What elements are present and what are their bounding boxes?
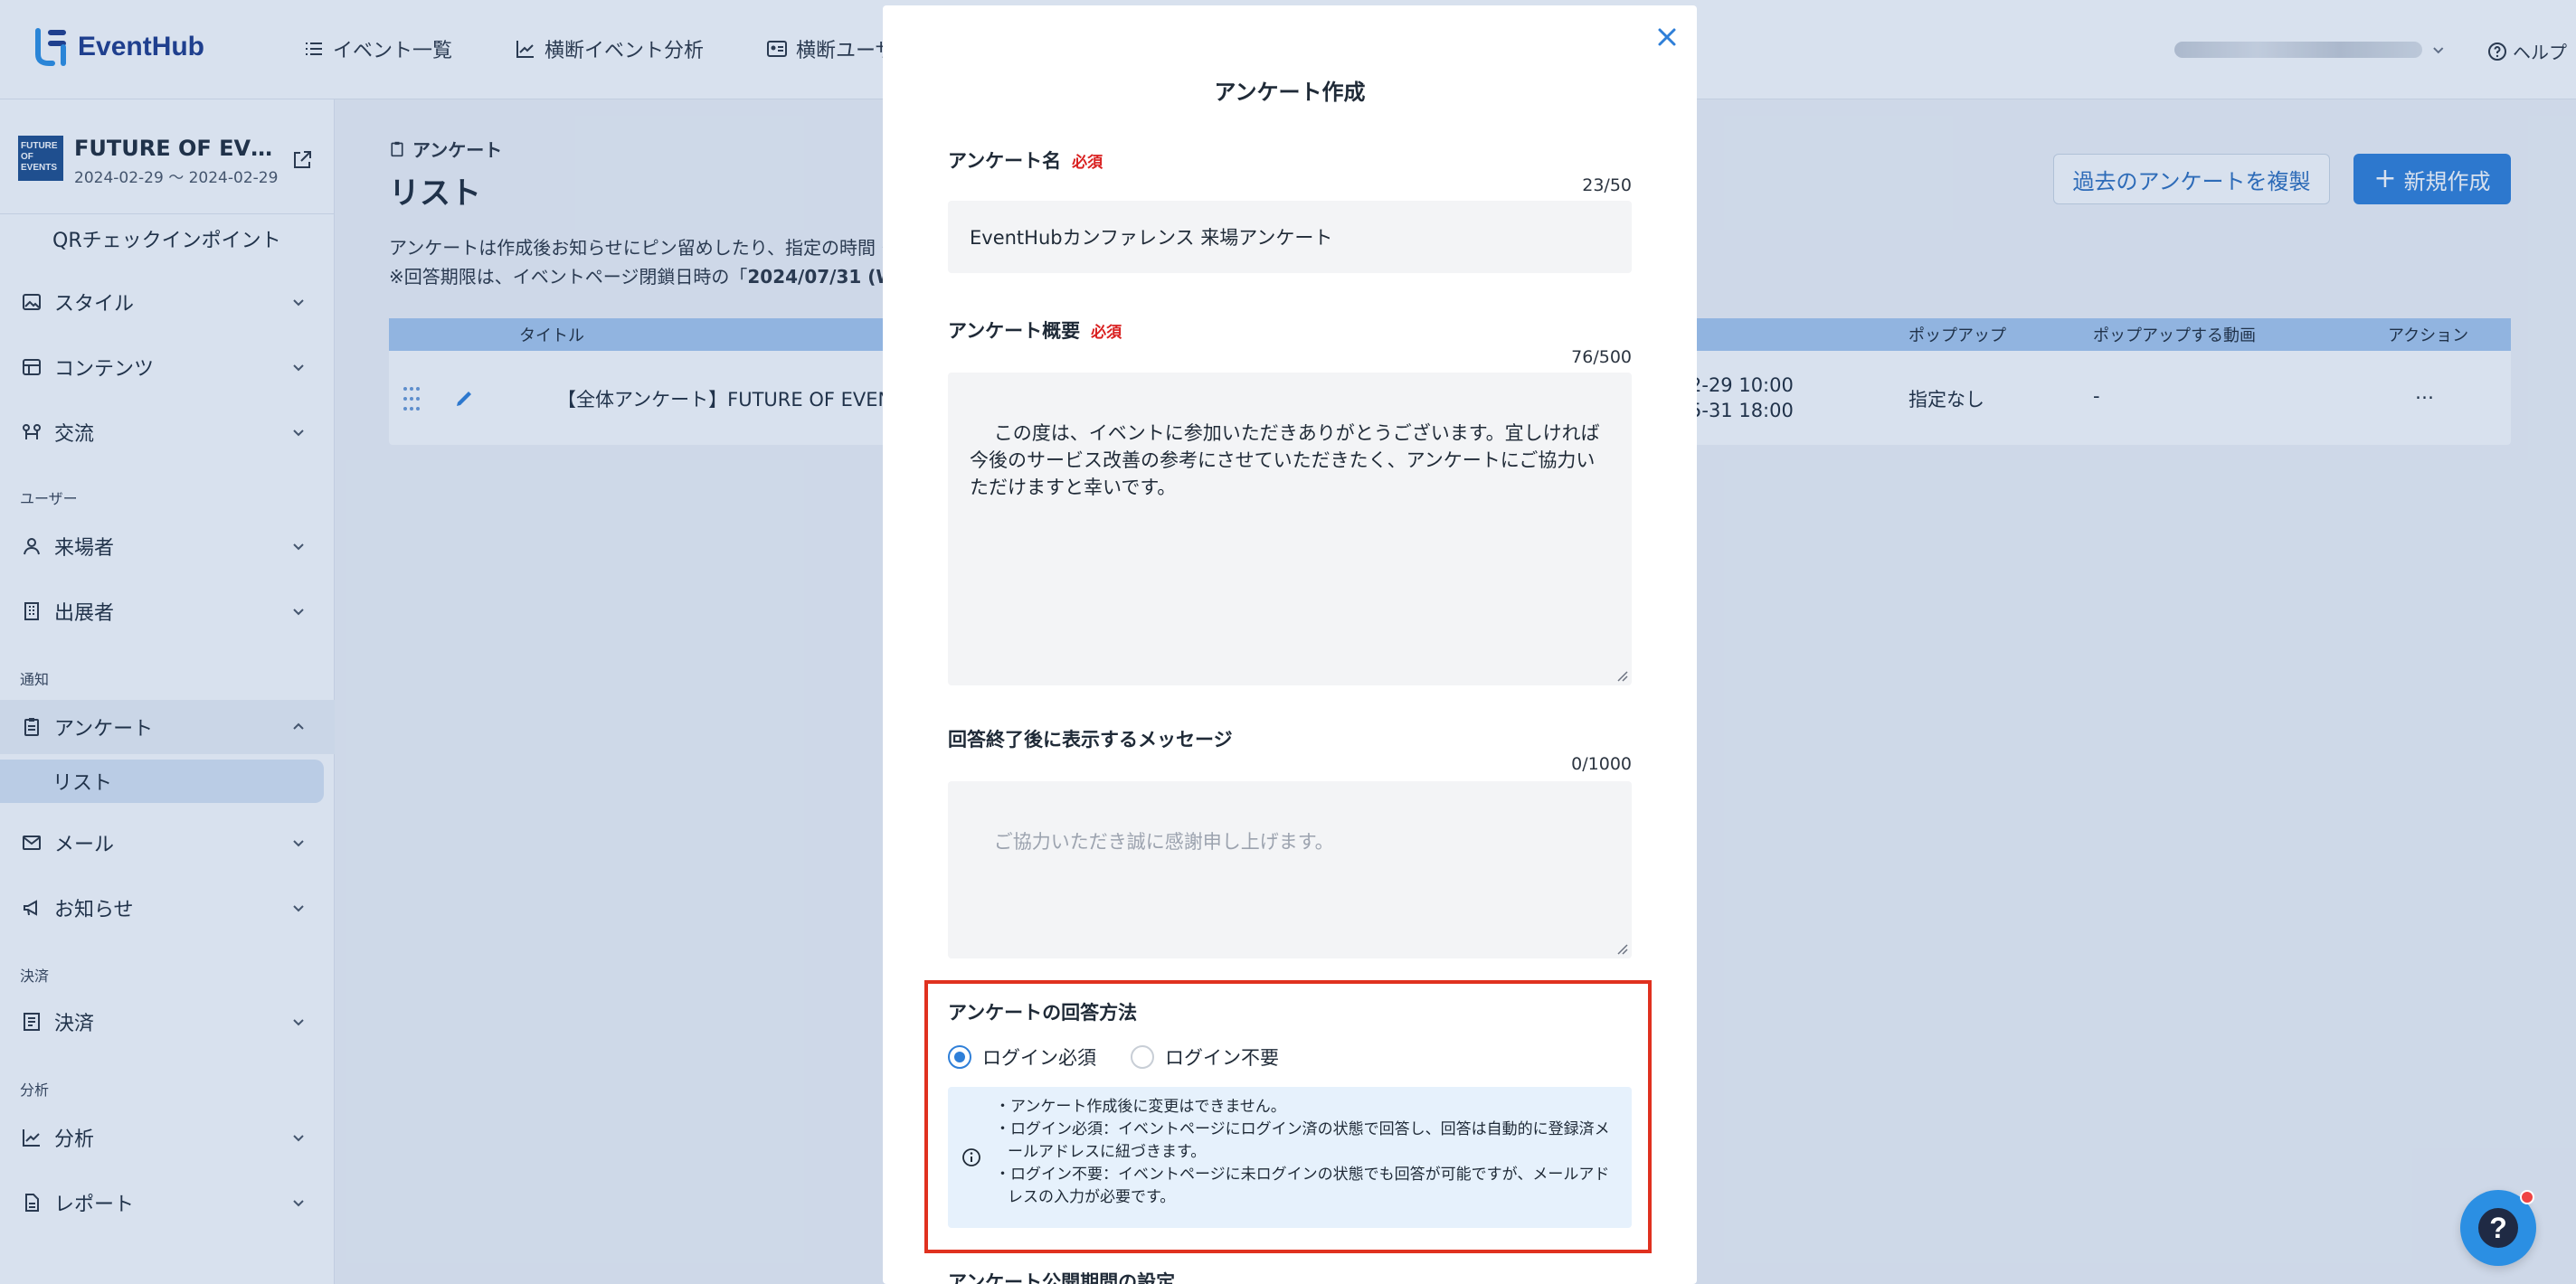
- end-message-counter: 0/1000: [1571, 754, 1632, 774]
- close-icon[interactable]: [1653, 24, 1681, 51]
- info-line: ・アンケート作成後に変更はできません。: [995, 1098, 1286, 1116]
- answer-method-label: アンケートの回答方法: [948, 998, 1137, 1025]
- info-icon: [962, 1148, 980, 1166]
- radio-label: ログイン不要: [1165, 1047, 1279, 1069]
- label-text: アンケート名: [948, 150, 1062, 172]
- create-survey-modal: アンケート作成 アンケート名 必須 23/50 EventHubカンファレンス …: [883, 5, 1697, 1284]
- survey-name-label: アンケート名 必須: [948, 146, 1103, 174]
- radio-button[interactable]: [1131, 1045, 1154, 1069]
- label-text: 回答終了後に表示するメッセージ: [948, 729, 1233, 751]
- answer-method-info: ・アンケート作成後に変更はできません。 ・ログイン必須：イベントページにログイン…: [948, 1087, 1632, 1228]
- radio-login-required[interactable]: ログイン必須: [948, 1043, 1096, 1071]
- resize-handle-icon[interactable]: [1615, 942, 1628, 955]
- survey-name-counter: 23/50: [1582, 175, 1632, 195]
- answer-method-radio-group: ログイン必須 ログイン不要: [948, 1043, 1279, 1071]
- notification-dot: [2520, 1190, 2534, 1204]
- textarea-value: この度は、イベントに参加いただきありがとうございます。宜しければ今後のサービス改…: [970, 422, 1600, 498]
- resize-handle-icon[interactable]: [1615, 669, 1628, 682]
- info-line: ・ログイン不要：イベントページに未ログインの状態でも回答が可能ですが、メールアド…: [995, 1166, 1610, 1206]
- textarea-placeholder: ご協力いただき誠に感謝申し上げます。: [993, 831, 1334, 853]
- label-text: アンケートの回答方法: [948, 1002, 1138, 1024]
- label-text: アンケート概要: [948, 320, 1081, 342]
- survey-name-input[interactable]: EventHubカンファレンス 来場アンケート: [948, 201, 1632, 273]
- publish-period-label: アンケート公開期間の設定: [948, 1271, 1176, 1284]
- radio-login-not-required[interactable]: ログイン不要: [1131, 1043, 1279, 1071]
- question-mark-icon: ?: [2478, 1208, 2518, 1248]
- survey-summary-textarea[interactable]: この度は、イベントに参加いただきありがとうございます。宜しければ今後のサービス改…: [948, 373, 1632, 685]
- required-badge: 必須: [1091, 323, 1122, 342]
- end-message-textarea[interactable]: ご協力いただき誠に感謝申し上げます。: [948, 781, 1632, 958]
- survey-summary-label: アンケート概要 必須: [948, 316, 1122, 344]
- info-text: ・アンケート作成後に変更はできません。 ・ログイン必須：イベントページにログイン…: [995, 1096, 1619, 1209]
- radio-button-selected[interactable]: [948, 1045, 971, 1069]
- required-badge: 必須: [1072, 153, 1103, 172]
- modal-title: アンケート作成: [1214, 80, 1366, 105]
- radio-label: ログイン必須: [982, 1047, 1096, 1069]
- info-line: ・ログイン必須：イベントページにログイン済の状態で回答し、回答は自動的に登録済メ…: [995, 1120, 1610, 1161]
- end-message-label: 回答終了後に表示するメッセージ: [948, 725, 1233, 752]
- survey-summary-counter: 76/500: [1571, 347, 1632, 367]
